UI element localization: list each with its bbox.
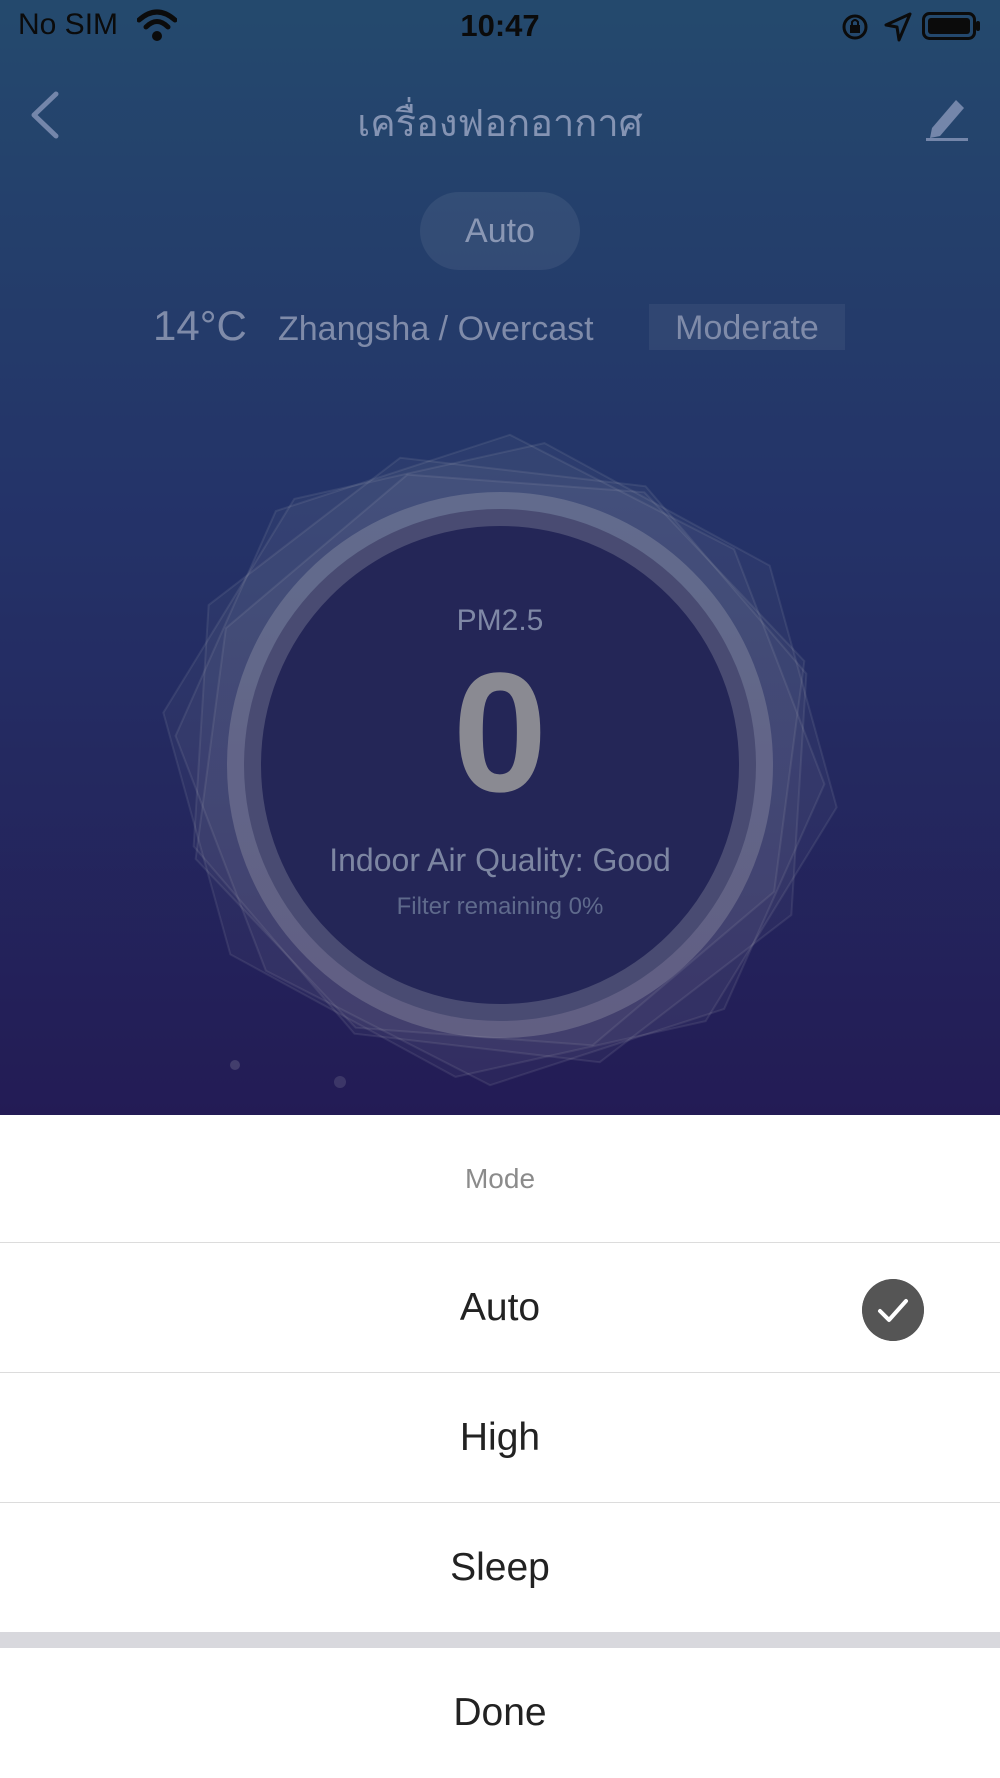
checkmark-icon [862,1279,924,1341]
location-arrow-icon [884,12,912,42]
weather-row: 14°C Zhangsha / Overcast Moderate [0,300,1000,360]
mode-option-label: Sleep [450,1546,550,1589]
outdoor-temperature: 14°C [153,302,247,349]
modal-dim-overlay [0,0,1000,1115]
pencil-icon[interactable] [922,88,972,142]
indoor-air-quality: Indoor Air Quality: Good [329,842,671,878]
current-mode-badge[interactable]: Auto [420,192,580,270]
outdoor-quality-badge: Moderate [649,304,845,350]
status-bar: No SIM 10:47 [0,0,1000,60]
filter-remaining: Filter remaining 0% [396,893,604,920]
chevron-left-icon[interactable] [26,90,66,140]
done-button[interactable]: Done [0,1648,1000,1778]
mode-option-high[interactable]: High [0,1373,1000,1503]
mode-option-sleep[interactable]: Sleep [0,1503,1000,1633]
sheet-title: Mode [0,1115,1000,1243]
mode-option-label: Auto [459,1286,541,1329]
page-title: เครื่องฟอกอากาศ [357,103,643,145]
pm-label: PM2.5 [456,604,544,637]
battery-icon [922,12,980,40]
nav-bar: เครื่องฟอกอากาศ [0,70,1000,160]
sheet-separator [0,1632,1000,1648]
location-weather: Zhangsha / Overcast [278,310,594,348]
rotation-lock-icon [842,14,868,40]
mode-option-auto[interactable]: Auto [0,1243,1000,1373]
device-hero [0,0,1000,1115]
mode-action-sheet: Mode Auto High Sleep Done [0,1115,1000,1778]
pm-value: 0 [452,638,548,828]
mode-option-label: High [459,1416,541,1459]
